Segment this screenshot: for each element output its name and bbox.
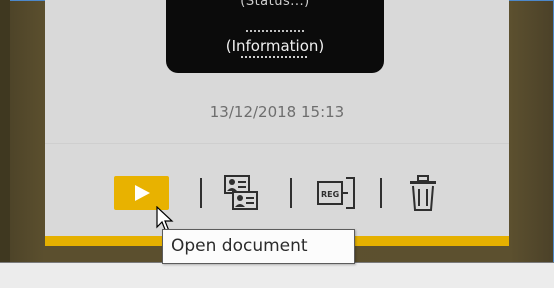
info-underline	[241, 56, 307, 60]
action-separator	[290, 178, 292, 208]
id-cards-icon[interactable]	[223, 174, 259, 212]
register-icon[interactable]: REG	[316, 176, 358, 210]
action-separator	[200, 178, 202, 208]
bottom-panel	[0, 262, 554, 288]
preview-status-text: (Status...)	[240, 0, 310, 9]
open-document-button[interactable]	[114, 176, 169, 210]
tooltip: Open document	[162, 229, 355, 264]
preview-info-text: (Information)	[225, 37, 325, 55]
action-separator	[380, 178, 382, 208]
trash-icon[interactable]	[408, 174, 438, 212]
card-divider	[45, 143, 509, 144]
document-date: 13/12/2018 15:13	[209, 103, 345, 121]
document-preview[interactable]: (Status...) (Information)	[166, 0, 384, 73]
preview-dots	[246, 30, 304, 34]
svg-text:REG: REG	[321, 190, 339, 199]
play-icon	[135, 185, 150, 201]
left-strip	[0, 0, 10, 262]
